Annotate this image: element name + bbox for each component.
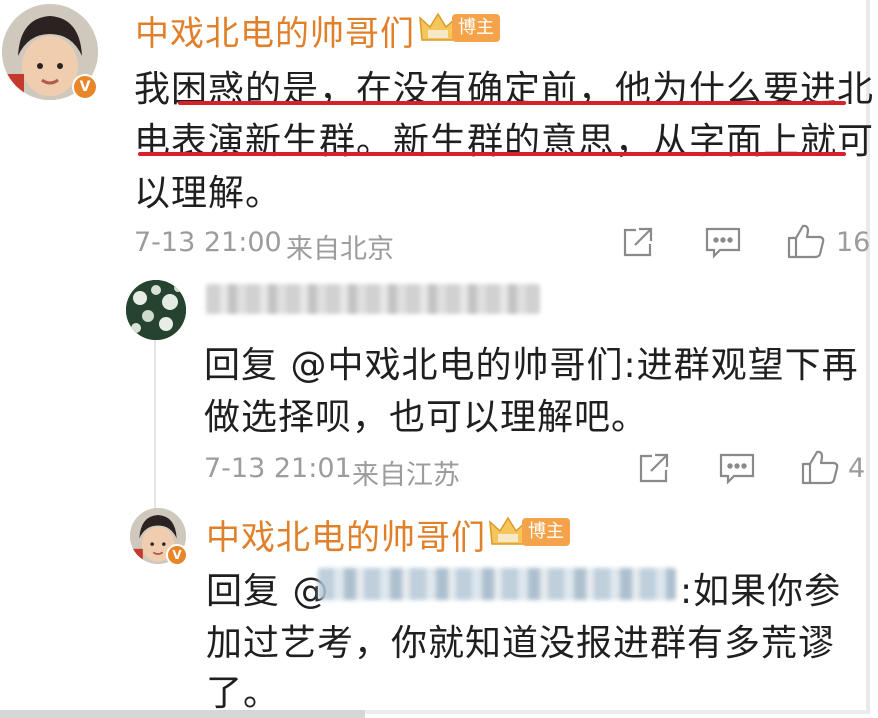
- blurred-mention: [318, 568, 676, 600]
- blogger-badge: 博主: [522, 518, 570, 546]
- reply-text-line: 回复 @: [206, 571, 330, 612]
- share-icon[interactable]: [636, 450, 672, 486]
- highlight-underline: [138, 152, 846, 156]
- reply-text-line: 回复 @中戏北电的帅哥们:进群观望下再: [204, 345, 859, 386]
- comment-username[interactable]: 中戏北电的帅哥们: [135, 6, 415, 55]
- comment-icon[interactable]: [718, 450, 756, 486]
- reply-text-line: 做选择呗，也可以理解吧。: [204, 397, 649, 438]
- avatar[interactable]: [126, 280, 186, 340]
- blurred-username: [206, 284, 540, 314]
- thread-line: [154, 340, 156, 510]
- bottom-edge: [0, 710, 365, 718]
- share-icon[interactable]: [620, 224, 656, 260]
- like-icon[interactable]: [800, 448, 840, 486]
- reply-text-line: :如果你参: [680, 571, 842, 612]
- verified-badge: V: [72, 74, 98, 100]
- comment-source: 来自北京: [286, 234, 394, 265]
- reply-text-line: 了。: [206, 673, 281, 714]
- reply-text-line: 加过艺考，你就知道没报进群有多荒谬: [206, 623, 836, 664]
- like-icon[interactable]: [786, 222, 826, 260]
- comment-icon[interactable]: [704, 224, 742, 260]
- highlight-underline: [178, 101, 846, 105]
- comment-timestamp: 7-13 21:00: [134, 227, 282, 258]
- reply-username[interactable]: 中戏北电的帅哥们: [206, 510, 486, 559]
- reply-source: 来自江苏: [352, 460, 460, 491]
- like-count: 4: [848, 453, 866, 484]
- comment-text-line: 电表演新生群。新生群的意思，从字面上就可: [134, 121, 875, 162]
- verified-badge: V: [166, 544, 188, 566]
- reply-timestamp: 7-13 21:01: [204, 453, 352, 484]
- blogger-badge: 博主: [452, 14, 500, 42]
- like-count: 16: [836, 227, 871, 258]
- comment-text-line: 以理解。: [134, 173, 283, 214]
